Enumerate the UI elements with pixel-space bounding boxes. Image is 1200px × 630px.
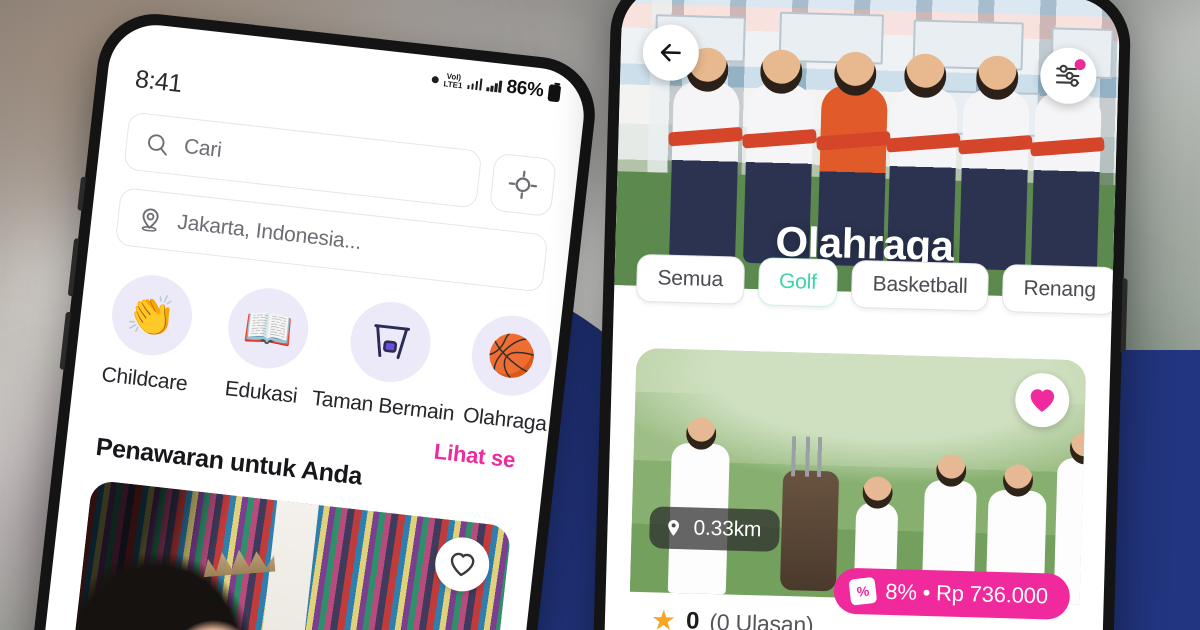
location-pin-icon	[668, 520, 680, 536]
clapping-hands-icon: 👏	[107, 271, 196, 360]
review-count: (0 Ulasan)	[709, 608, 814, 630]
heart-outline-icon	[450, 552, 475, 577]
open-book-icon: 📖	[224, 284, 313, 373]
battery-percent: 86%	[505, 76, 545, 102]
category-item-taman-bermain[interactable]: Taman Bermain	[311, 297, 455, 425]
chip-label: Golf	[778, 269, 818, 294]
left-phone-screen: ⏺ VoI) LTE1 86% 8:41 Cari Jakarta, Indon…	[38, 20, 589, 630]
hero-student	[958, 88, 1030, 271]
category-item-olahraga[interactable]: 🏀 Olahraga	[459, 311, 561, 437]
hero-banner: Olahraga	[614, 0, 1121, 300]
signal-bars-icon	[467, 77, 483, 91]
right-phone-screen: Olahraga Semua Golf Basketball Renang 0.…	[602, 0, 1121, 630]
map-pin-icon	[141, 207, 159, 232]
offer-card[interactable]: 9.53km % 20% • Rp 127.200	[58, 479, 512, 630]
star-icon: ★	[650, 604, 677, 630]
chip-label: Renang	[1023, 276, 1097, 302]
hero-student	[1030, 90, 1102, 273]
rating-value: 0	[685, 607, 700, 630]
hero-student	[669, 80, 741, 263]
heart-filled-icon	[1030, 389, 1055, 412]
distance-badge: 0.33km	[648, 506, 780, 552]
location-value: Jakarta, Indonesia...	[176, 210, 363, 255]
locate-me-button[interactable]	[488, 152, 557, 218]
chip-basketball[interactable]: Basketball	[851, 259, 990, 312]
category-glyph: 🏀	[484, 331, 540, 381]
basketball-icon: 🏀	[467, 311, 557, 400]
chip-golf[interactable]: Golf	[757, 257, 839, 308]
right-phone-mockup: Olahraga Semua Golf Basketball Renang 0.…	[591, 0, 1132, 630]
category-glyph: 📖	[241, 304, 296, 354]
volte-icon: VoI) LTE1	[443, 72, 464, 91]
category-glyph: 👏	[124, 291, 179, 341]
promo-badge: % 8% • Rp 736.000	[832, 567, 1071, 621]
distance-value: 0.33km	[693, 516, 762, 542]
wifi-icon: ⏺	[430, 70, 440, 89]
left-phone-mockup: ⏺ VoI) LTE1 86% 8:41 Cari Jakarta, Indon…	[25, 8, 601, 630]
swing-icon	[346, 297, 435, 387]
signal-bars-icon-2	[486, 79, 503, 93]
volte-label-bottom: LTE1	[443, 79, 463, 91]
category-item-edukasi[interactable]: 📖 Edukasi	[215, 284, 317, 410]
golf-bag	[779, 469, 840, 592]
search-icon	[148, 133, 167, 156]
battery-icon	[547, 83, 562, 102]
listing-card-image: 0.33km % 8% • Rp 736.000	[629, 347, 1087, 621]
chip-renang[interactable]: Renang	[1001, 264, 1118, 316]
filter-badge-dot	[1074, 58, 1086, 71]
search-placeholder: Cari	[182, 134, 223, 162]
chip-label: Basketball	[872, 272, 968, 299]
chip-semua[interactable]: Semua	[635, 253, 745, 305]
promo-text: 8% • Rp 736.000	[885, 578, 1049, 609]
offer-card-image: 9.53km % 20% • Rp 127.200	[58, 479, 512, 630]
swing-glyph-icon	[373, 324, 410, 360]
crosshair-icon	[508, 170, 538, 199]
listing-card[interactable]: 0.33km % 8% • Rp 736.000 ★ 0 (0 Ulasan)	[628, 347, 1087, 630]
chip-label: Semua	[657, 266, 724, 292]
ticket-discount-icon: %	[848, 576, 877, 606]
category-item-childcare[interactable]: 👏 Childcare	[99, 271, 201, 397]
arrow-left-icon	[660, 43, 681, 62]
